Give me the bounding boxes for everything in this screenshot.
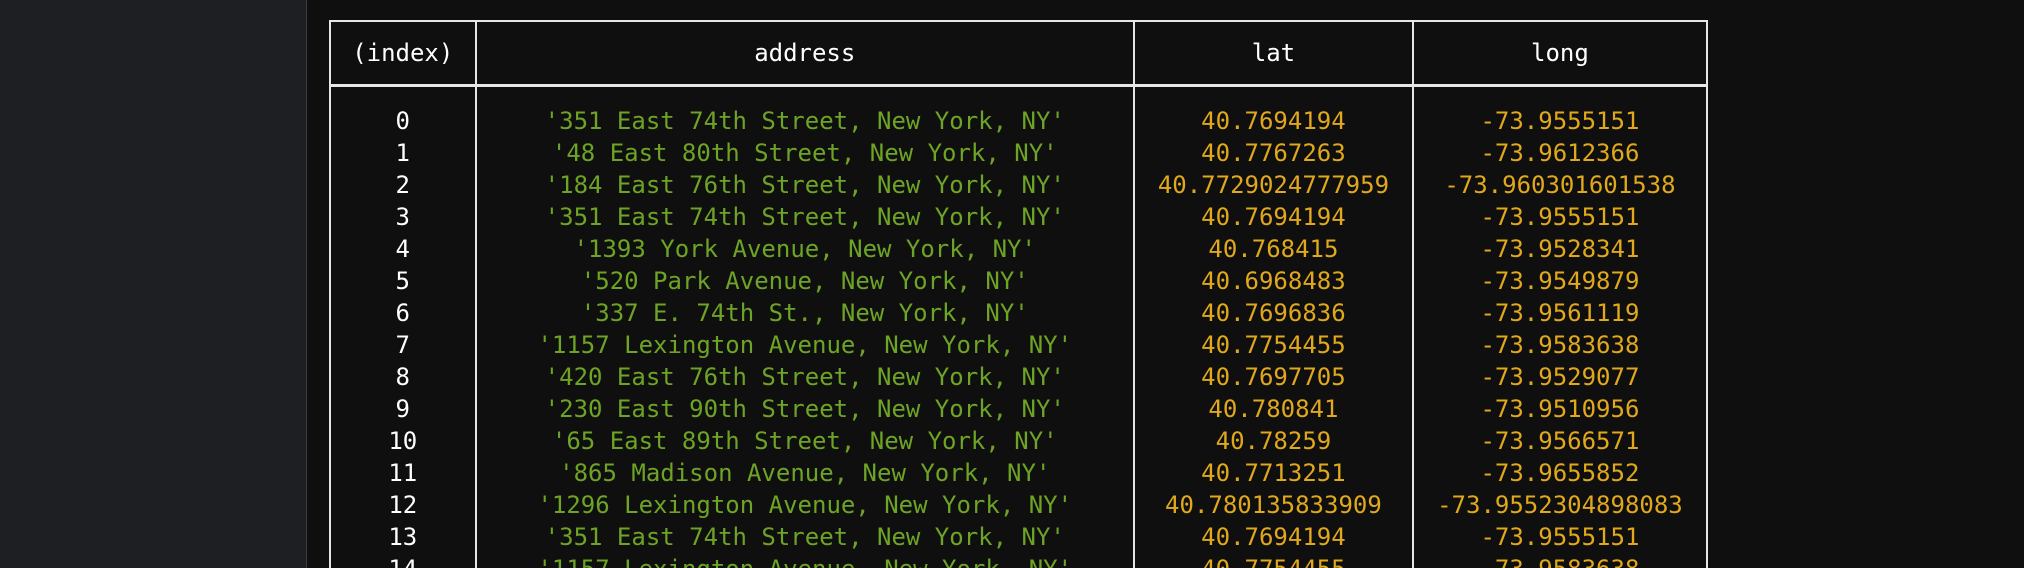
long-cell: -73.9655852 [1411,457,1709,489]
table-row: 4'1393 York Avenue, New York, NY' 40.7684… [329,233,1709,265]
address-cell: '351 East 74th Street, New York, NY' [474,521,1136,553]
lat-cell: 40.7694194 [1133,105,1414,137]
lat-cell: 40.7694194 [1133,521,1414,553]
address-cell: '351 East 74th Street, New York, NY' [474,201,1136,233]
table-row: 5'520 Park Avenue, New York, NY' 40.69684… [329,265,1709,297]
index-cell: 3 [329,201,477,233]
terminal-output[interactable]: (index) address lat long 0'351 East 74th… [307,0,2024,568]
lat-cell: 40.6968483 [1133,265,1414,297]
table-row: 13'351 East 74th Street, New York, NY' 40… [329,521,1709,553]
console-table: (index) address lat long 0'351 East 74th… [329,20,1709,568]
table-row: 7'1157 Lexington Avenue, New York, NY' 40… [329,329,1709,361]
index-cell: 4 [329,233,477,265]
table-row: 2'184 East 76th Street, New York, NY' 40.… [329,169,1709,201]
spacer-cell [1411,85,1709,105]
table-row: 14'1157 Lexington Avenue, New York, NY'4… [329,553,1709,568]
address-cell: '1157 Lexington Avenue, New York, NY' [474,553,1136,568]
table-row: 10'65 East 89th Street, New York, NY' 40.… [329,425,1709,457]
long-cell: -73.9529077 [1411,361,1709,393]
index-cell: 2 [329,169,477,201]
sidebar-gutter [0,0,307,568]
column-header-long: long [1411,20,1709,87]
lat-cell: 40.768415 [1133,233,1414,265]
spacer-cell [1133,85,1414,105]
address-cell: '337 E. 74th St., New York, NY' [474,297,1136,329]
table-row: 12'1296 Lexington Avenue, New York, NY' 4… [329,489,1709,521]
long-cell: -73.9549879 [1411,265,1709,297]
lat-cell: 40.7754455 [1133,329,1414,361]
address-cell: '65 East 89th Street, New York, NY' [474,425,1136,457]
spacer-cell [329,85,477,105]
spacer-cell [474,85,1136,105]
lat-cell: 40.7729024777959 [1133,169,1414,201]
index-cell: 9 [329,393,477,425]
lat-cell: 40.7696836 [1133,297,1414,329]
address-cell: '1296 Lexington Avenue, New York, NY' [474,489,1136,521]
long-cell: -73.9561119 [1411,297,1709,329]
long-cell: -73.9555151 [1411,105,1709,137]
table-row: 11'865 Madison Avenue, New York, NY' 40.7… [329,457,1709,489]
table-row: 9'230 East 90th Street, New York, NY' 40.… [329,393,1709,425]
long-cell: -73.960301601538 [1411,169,1709,201]
long-cell: -73.9583638 [1411,329,1709,361]
table-spacer-row [329,85,1709,105]
index-cell: 6 [329,297,477,329]
index-cell: 13 [329,521,477,553]
table-row: 6'337 E. 74th St., New York, NY' 40.76968… [329,297,1709,329]
index-cell: 0 [329,105,477,137]
index-cell: 5 [329,265,477,297]
long-cell: -73.9510956 [1411,393,1709,425]
index-cell: 11 [329,457,477,489]
address-cell: '230 East 90th Street, New York, NY' [474,393,1136,425]
address-cell: '520 Park Avenue, New York, NY' [474,265,1136,297]
lat-cell: 40.7754455 [1133,553,1414,568]
lat-cell: 40.7713251 [1133,457,1414,489]
long-cell: -73.9583638 [1411,553,1709,568]
index-cell: 7 [329,329,477,361]
address-cell: '184 East 76th Street, New York, NY' [474,169,1136,201]
long-cell: -73.9566571 [1411,425,1709,457]
index-cell: 14 [329,553,477,568]
address-cell: '865 Madison Avenue, New York, NY' [474,457,1136,489]
long-cell: -73.9555151 [1411,521,1709,553]
table-row: 3'351 East 74th Street, New York, NY' 40.… [329,201,1709,233]
column-header-address: address [474,20,1136,87]
address-cell: '420 East 76th Street, New York, NY' [474,361,1136,393]
column-header-index: (index) [329,20,477,87]
table-row: 1'48 East 80th Street, New York, NY' 40.7… [329,137,1709,169]
index-cell: 1 [329,137,477,169]
lat-cell: 40.780841 [1133,393,1414,425]
address-cell: '351 East 74th Street, New York, NY' [474,105,1136,137]
long-cell: -73.9555151 [1411,201,1709,233]
table-header-row: (index) address lat long [329,20,1709,87]
address-cell: '1393 York Avenue, New York, NY' [474,233,1136,265]
lat-cell: 40.7697705 [1133,361,1414,393]
column-header-lat: lat [1133,20,1414,87]
index-cell: 8 [329,361,477,393]
table-row: 0'351 East 74th Street, New York, NY' 40.… [329,105,1709,137]
address-cell: '1157 Lexington Avenue, New York, NY' [474,329,1136,361]
index-cell: 10 [329,425,477,457]
lat-cell: 40.7767263 [1133,137,1414,169]
lat-cell: 40.7694194 [1133,201,1414,233]
long-cell: -73.9528341 [1411,233,1709,265]
lat-cell: 40.78259 [1133,425,1414,457]
address-cell: '48 East 80th Street, New York, NY' [474,137,1136,169]
long-cell: -73.9612366 [1411,137,1709,169]
lat-cell: 40.780135833909 [1133,489,1414,521]
index-cell: 12 [329,489,477,521]
long-cell: -73.9552304898083 [1411,489,1709,521]
table-row: 8'420 East 76th Street, New York, NY' 40.… [329,361,1709,393]
